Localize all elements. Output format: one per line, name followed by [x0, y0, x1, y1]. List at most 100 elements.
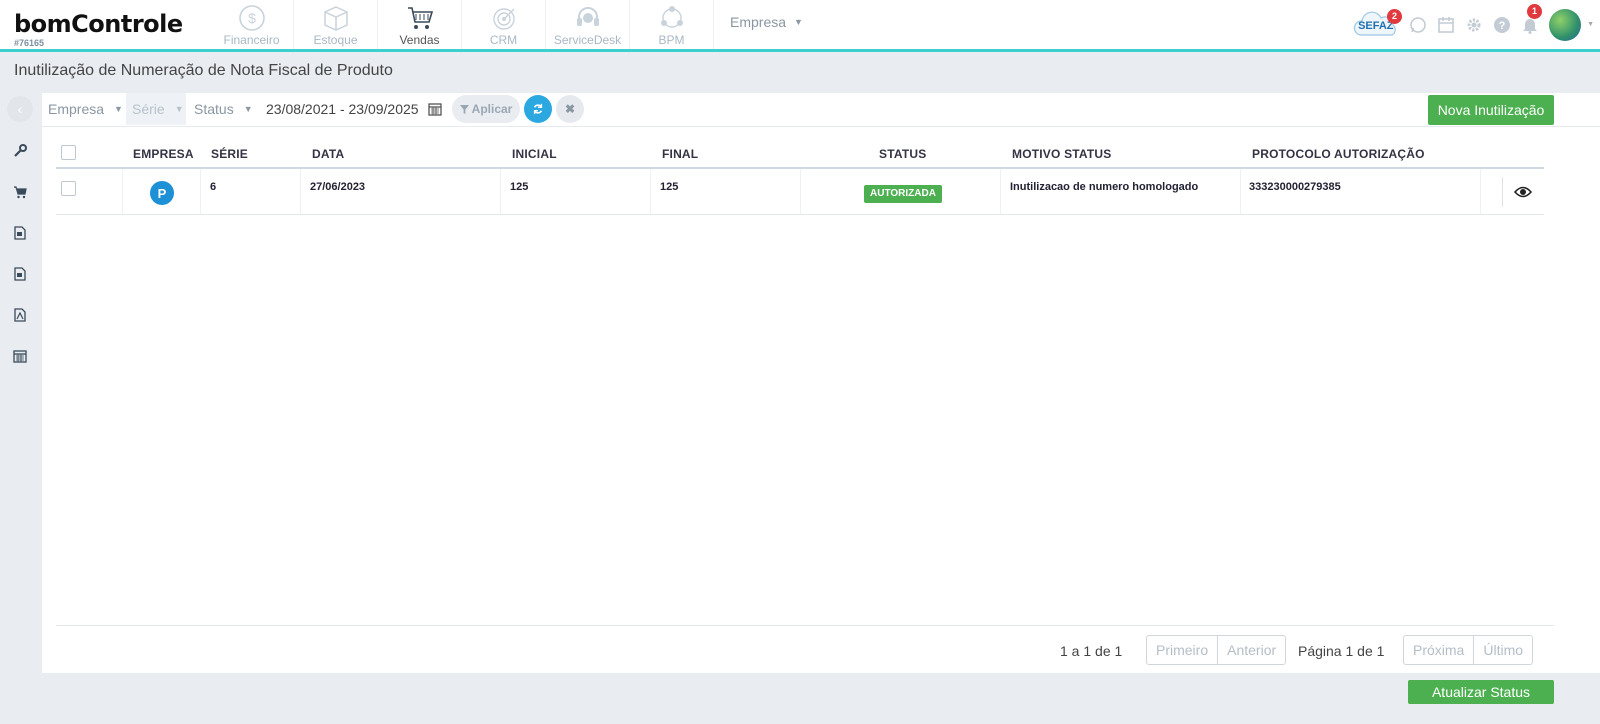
date-range-picker[interactable]: 23/08/2021 - 23/09/2025 — [266, 93, 443, 125]
file-document-icon — [14, 266, 26, 281]
workflow-icon — [660, 6, 683, 28]
sidebar-item-invoice-copy[interactable] — [0, 253, 40, 294]
module-label: Financeiro — [223, 33, 280, 47]
caret-down-icon: ▼ — [114, 104, 123, 114]
module-label: Estoque — [313, 33, 358, 47]
status-filter[interactable]: Status ▼ — [188, 93, 258, 125]
settings-button[interactable] — [1465, 16, 1483, 34]
col-data[interactable]: DATA — [312, 147, 344, 161]
page-title: Inutilização de Numeração de Nota Fiscal… — [14, 62, 393, 79]
col-inicial[interactable]: INICIAL — [512, 147, 557, 161]
sidebar-item-sales[interactable] — [0, 171, 40, 212]
gear-icon — [1467, 18, 1481, 31]
pagination-prev-group: Primeiro Anterior — [1146, 635, 1287, 665]
cell-final: 125 — [660, 181, 679, 193]
target-icon — [492, 8, 515, 30]
module-bpm[interactable]: BPM — [630, 0, 714, 49]
sidebar-item-pdf[interactable] — [0, 294, 40, 335]
calendar-button[interactable] — [1437, 16, 1455, 34]
svg-text:?: ? — [1499, 20, 1506, 32]
apply-filter-label: Aplicar — [471, 102, 513, 116]
page-indicator: Página 1 de 1 — [1298, 643, 1385, 659]
sidebar-item-calendar[interactable] — [0, 335, 40, 376]
caret-down-icon: ▼ — [1587, 21, 1594, 28]
select-all-checkbox[interactable] — [61, 145, 76, 160]
previous-page-button[interactable]: Anterior — [1217, 636, 1285, 664]
account-id: #76165 — [14, 38, 45, 48]
calendar-icon — [428, 103, 443, 116]
sefaz-button[interactable]: SEFAZ 2 — [1353, 8, 1403, 39]
column-divider — [500, 169, 501, 214]
caret-down-icon: ▼ — [174, 104, 184, 114]
cell-protocolo: 333230000279385 — [1249, 181, 1341, 193]
shopping-cart-icon — [407, 7, 433, 29]
file-document-icon — [14, 225, 26, 240]
main-panel: Empresa ▼ Série ▼ Status ▼ 23/08/2021 - 23/… — [42, 93, 1600, 673]
view-button[interactable] — [1502, 177, 1542, 207]
question-icon: ? — [1494, 16, 1511, 33]
table-row[interactable]: P 6 27/06/2023 125 125 AUTORIZADA Inutil… — [56, 169, 1544, 215]
refresh-button[interactable] — [524, 95, 552, 123]
module-label: ServiceDesk — [553, 33, 622, 47]
close-icon: ✖ — [564, 102, 576, 116]
empresa-filter[interactable]: Empresa ▼ — [42, 93, 126, 125]
filter-icon — [459, 104, 469, 114]
last-page-button[interactable]: Último — [1473, 636, 1532, 664]
clear-filter-button[interactable]: ✖ — [556, 95, 584, 123]
module-estoque[interactable]: Estoque — [294, 0, 378, 49]
serie-filter[interactable]: Série ▼ — [126, 93, 186, 125]
column-divider — [1480, 169, 1481, 214]
user-menu[interactable]: ▼ — [1549, 8, 1600, 41]
module-label: Vendas — [399, 33, 440, 47]
empresa-dropdown-label: Empresa — [730, 14, 787, 30]
top-navbar: bomControle #76165 $ Financeiro Estoque … — [0, 0, 1600, 52]
first-page-button[interactable]: Primeiro — [1147, 636, 1217, 664]
column-divider — [122, 169, 123, 214]
help-button[interactable]: ? — [1493, 16, 1511, 34]
status-badge: AUTORIZADA — [864, 185, 942, 203]
headset-icon — [576, 7, 599, 26]
whatsapp-button[interactable] — [1409, 16, 1427, 34]
module-financeiro[interactable]: $ Financeiro — [210, 0, 294, 49]
col-serie[interactable]: SÉRIE — [211, 147, 248, 161]
module-servicedesk[interactable]: ServiceDesk — [546, 0, 630, 49]
column-divider — [800, 169, 801, 214]
update-status-button[interactable]: Atualizar Status — [1408, 680, 1554, 704]
col-empresa[interactable]: EMPRESA — [133, 147, 194, 161]
sidebar-collapse-button[interactable]: ‹ — [7, 96, 33, 122]
avatar — [1549, 8, 1582, 41]
pagination-next-group: Próxima Último — [1403, 635, 1534, 665]
filter-bar: Empresa ▼ Série ▼ Status ▼ 23/08/2021 - 23/… — [42, 93, 1600, 127]
refresh-icon — [533, 103, 543, 115]
serie-filter-label: Série — [132, 101, 165, 117]
box-icon — [323, 6, 348, 31]
whatsapp-icon — [1410, 16, 1426, 33]
caret-down-icon: ▼ — [794, 17, 803, 27]
sidebar-item-invoice[interactable] — [0, 212, 40, 253]
module-nav: $ Financeiro Estoque Vendas CRM ServiceD… — [210, 0, 714, 49]
next-page-button[interactable]: Próxima — [1404, 636, 1473, 664]
status-filter-label: Status — [194, 101, 234, 117]
dollar-coin-icon: $ — [238, 5, 265, 31]
brand-logo[interactable]: bomControle — [14, 10, 183, 38]
row-checkbox[interactable] — [61, 181, 76, 196]
calendar-icon — [13, 349, 27, 363]
new-inutilizacao-button[interactable]: Nova Inutilização — [1428, 95, 1554, 125]
col-motivo-status[interactable]: MOTIVO STATUS — [1012, 147, 1112, 161]
column-divider — [1240, 169, 1241, 214]
cell-data: 27/06/2023 — [310, 181, 366, 193]
module-crm[interactable]: CRM — [462, 0, 546, 49]
sidebar-item-settings[interactable] — [0, 130, 40, 171]
col-protocolo[interactable]: PROTOCOLO AUTORIZAÇÃO — [1252, 147, 1425, 161]
col-final[interactable]: FINAL — [662, 147, 698, 161]
header-actions: SEFAZ 2 ? 1 ▼ — [1343, 0, 1600, 49]
empresa-dropdown[interactable]: Empresa ▼ — [730, 14, 803, 30]
empresa-filter-label: Empresa — [48, 101, 105, 117]
pagination-divider — [56, 625, 1554, 626]
col-status[interactable]: STATUS — [879, 147, 926, 161]
notifications-button[interactable]: 1 — [1521, 3, 1543, 34]
module-vendas[interactable]: Vendas — [378, 0, 462, 49]
apply-filter-button[interactable]: Aplicar — [452, 95, 520, 123]
empresa-avatar: P — [150, 181, 174, 205]
column-divider — [1000, 169, 1001, 214]
